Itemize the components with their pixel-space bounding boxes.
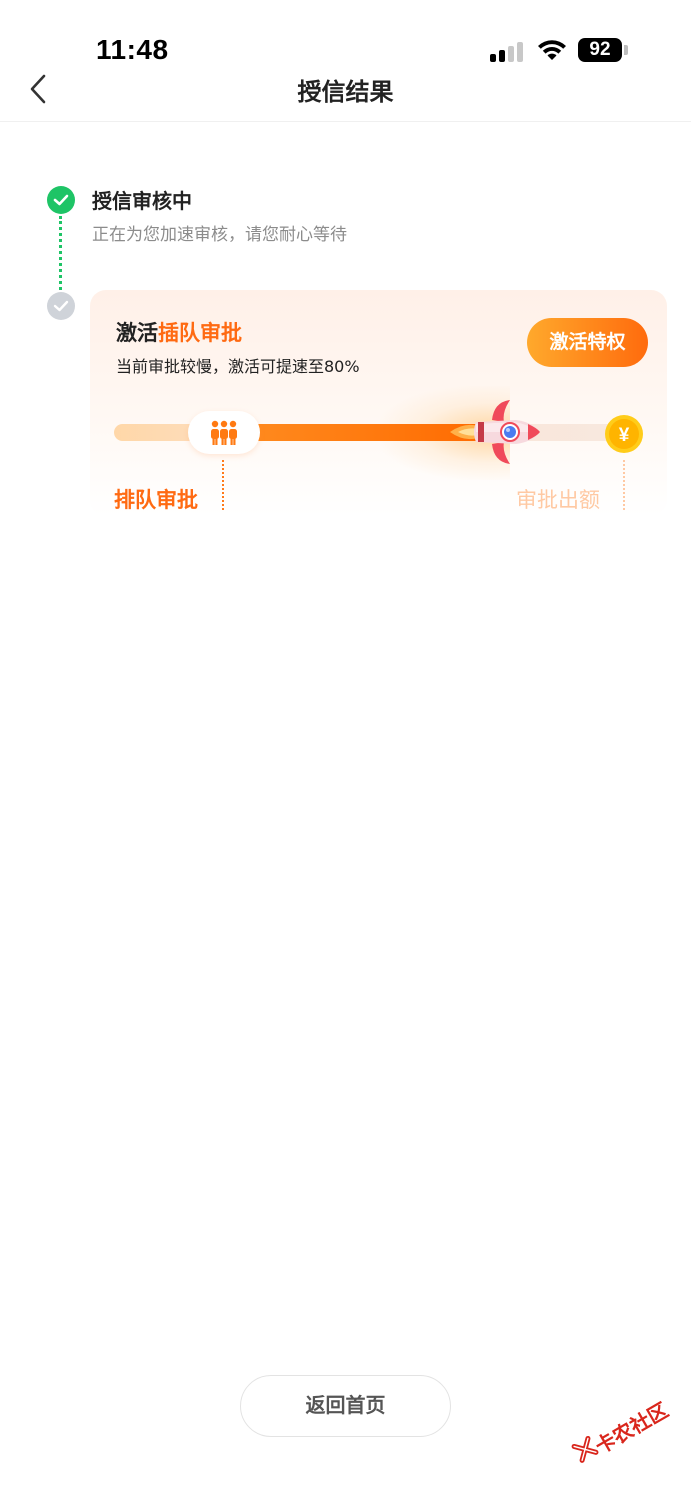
activate-privilege-button[interactable]: 激活特权	[527, 318, 648, 367]
battery-indicator: 92	[578, 38, 622, 62]
priority-activation-card: 激活插队审批 当前审批较慢，激活可提速至80% 激活特权 ¥ 排队审批 审批出额	[90, 290, 667, 516]
amount-marker-line	[623, 460, 625, 510]
status-bar: 11:48 92	[0, 0, 691, 70]
card-title-highlight: 插队审批	[158, 321, 242, 345]
nav-bar: 授信结果	[0, 64, 691, 122]
watermark: 卡农社区	[550, 1361, 677, 1480]
card-title: 激活插队审批	[116, 317, 242, 347]
coin-symbol: ¥	[619, 425, 630, 446]
card-subtitle: 当前审批较慢，激活可提速至80%	[116, 357, 360, 376]
card-title-prefix: 激活	[116, 321, 158, 345]
cellular-signal-icon	[490, 40, 526, 62]
page: 11:48 92 授信结果 授信审核中 正在为您加速审核，请您耐心等待 激活插队…	[0, 0, 691, 1500]
queue-marker	[188, 411, 260, 454]
step-connector	[59, 216, 62, 290]
step-complete-check-icon	[47, 186, 75, 214]
rocket-icon	[450, 400, 540, 464]
queue-approval-label: 排队审批	[114, 488, 198, 512]
watermark-text: 卡农社区	[591, 1397, 673, 1459]
battery-tip	[624, 45, 628, 55]
page-title: 授信结果	[297, 78, 394, 106]
people-icon	[211, 420, 237, 445]
queue-marker-line	[222, 460, 224, 510]
wifi-icon	[538, 40, 566, 60]
coin-icon: ¥	[605, 415, 643, 453]
step-subtitle: 正在为您加速审核，请您耐心等待	[92, 225, 347, 245]
approval-amount-label: 审批出额	[516, 488, 600, 512]
back-to-home-button[interactable]: 返回首页	[240, 1375, 451, 1437]
status-time: 11:48	[96, 34, 169, 65]
step-title: 授信审核中	[92, 189, 192, 213]
step-pending-check-icon	[47, 292, 75, 320]
